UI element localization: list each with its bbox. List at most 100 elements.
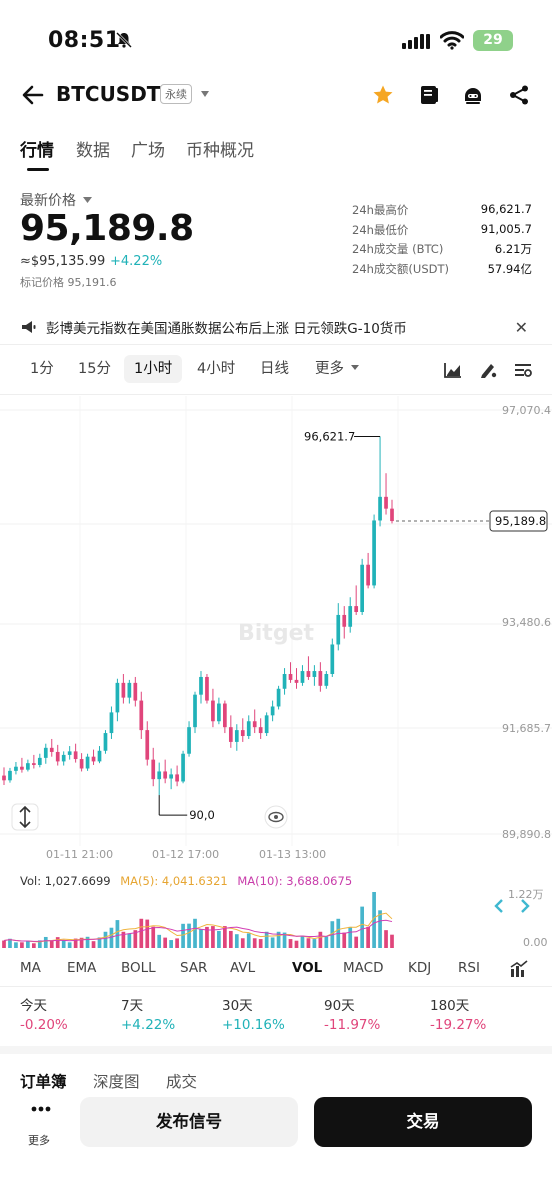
- star-favorite-icon[interactable]: [372, 84, 394, 106]
- timeframe-4h[interactable]: 4小时: [197, 358, 235, 386]
- perf-label: 90天: [324, 998, 355, 1014]
- tab-orderbook[interactable]: 订单簿: [20, 1070, 67, 1092]
- candle-body: [193, 694, 197, 728]
- volume-bar: [157, 934, 162, 948]
- volume-bar: [246, 933, 251, 948]
- news-text[interactable]: 彭博美元指数在美国通胀数据公布后上涨 日元领跌G-10货币: [46, 317, 407, 337]
- tab-depth[interactable]: 深度图: [93, 1070, 140, 1092]
- candle-body: [109, 712, 114, 734]
- volume-y-top: 1.22万: [508, 888, 544, 901]
- trade-button[interactable]: 交易: [314, 1097, 532, 1147]
- perf-value: -11.97%: [324, 1017, 381, 1033]
- timeframe-1d[interactable]: 日线: [260, 358, 289, 386]
- indicator-kdj[interactable]: KDJ: [408, 960, 431, 976]
- drawing-tool-icon[interactable]: [478, 360, 498, 380]
- divider: [0, 986, 552, 987]
- candle-body: [324, 674, 329, 686]
- perf-value: +10.16%: [222, 1017, 285, 1033]
- candle-body: [378, 496, 382, 521]
- candle-body: [14, 766, 18, 771]
- tab-trades[interactable]: 成交: [166, 1070, 197, 1092]
- indicator-settings-icon[interactable]: [510, 960, 528, 978]
- indicator-ma[interactable]: MA: [20, 960, 41, 976]
- volume-bar: [223, 926, 227, 948]
- symbol-title[interactable]: BTCUSDT: [56, 82, 160, 106]
- candle-body: [145, 730, 150, 760]
- volume-bar: [288, 939, 293, 948]
- volume-bar: [151, 926, 156, 948]
- performance-row: 今天 -0.20% 7天 +4.22% 30天 +10.16% 90天 -11.…: [0, 994, 552, 1038]
- stat-value: 57.94亿: [487, 261, 532, 276]
- timeframe-15m[interactable]: 15分: [78, 358, 111, 386]
- volume-bar: [318, 931, 323, 948]
- indicator-ema[interactable]: EMA: [67, 960, 96, 976]
- candle-body: [336, 614, 341, 645]
- indicator-rsi[interactable]: RSI: [458, 960, 480, 976]
- bottom-action-bar: 更多 发布信号 交易: [0, 1096, 552, 1156]
- x-tick-label: 01-13 13:00: [259, 848, 326, 861]
- x-tick-label: 01-11 21:00: [46, 848, 113, 861]
- volume-bar: [294, 940, 299, 948]
- news-ticker[interactable]: 彭博美元指数在美国通胀数据公布后上涨 日元领跌G-10货币 ✕: [20, 316, 532, 338]
- indicator-macd[interactable]: MACD: [343, 960, 383, 976]
- post-signal-button[interactable]: 发布信号: [80, 1097, 298, 1147]
- last-price: 95,189.8: [20, 208, 194, 249]
- volume-bar: [306, 938, 311, 948]
- volume-bar: [175, 938, 179, 948]
- back-arrow-icon[interactable]: [20, 82, 46, 108]
- stat-label: 24h成交量 (BTC): [352, 242, 444, 256]
- stat-value: 6.21万: [494, 242, 532, 256]
- more-dots-icon[interactable]: [31, 1106, 51, 1112]
- tab-coin-overview[interactable]: 币种概况: [186, 136, 254, 161]
- chart-type-icon[interactable]: [443, 360, 463, 380]
- timeframe-1h[interactable]: 1小时: [124, 355, 183, 383]
- candle-body: [163, 771, 168, 779]
- volume-bar: [55, 937, 60, 948]
- candle-body: [49, 747, 54, 752]
- section-gap: [0, 1046, 552, 1054]
- book-icon[interactable]: [418, 84, 440, 106]
- current-price-tag: 95,189.8: [495, 514, 546, 528]
- y-tick-label: 91,685.7: [502, 722, 551, 735]
- candle-body: [139, 700, 144, 731]
- volume-bar: [324, 936, 329, 948]
- volume-bar: [300, 935, 305, 948]
- chart-settings-icon[interactable]: [513, 360, 533, 380]
- candlestick-chart[interactable]: Bitget 97,070.4 93,480.6 91,685.7 89,890.8 01…: [0, 396, 552, 866]
- indicator-boll[interactable]: BOLL: [121, 960, 156, 976]
- candle-body: [26, 763, 30, 770]
- stat-label: 24h最高价: [352, 203, 409, 217]
- candle-body: [252, 721, 257, 728]
- timeframe-1m[interactable]: 1分: [30, 358, 54, 386]
- candle-body: [348, 606, 353, 627]
- volume-bar: [26, 941, 30, 948]
- candle-body: [240, 730, 245, 737]
- candle-body: [121, 682, 126, 698]
- perf-value: -0.20%: [20, 1017, 68, 1033]
- candle-body: [264, 715, 269, 734]
- cellular-signal-icon: [402, 34, 430, 49]
- candle-body: [330, 644, 335, 675]
- tab-market[interactable]: 行情: [20, 136, 54, 161]
- volume-bar: [354, 936, 359, 948]
- volume-bar: [234, 934, 239, 948]
- candle-body: [133, 682, 138, 701]
- indicator-vol[interactable]: VOL: [292, 960, 322, 976]
- share-icon[interactable]: [508, 84, 530, 106]
- bot-icon[interactable]: [462, 84, 484, 106]
- caret-down-icon[interactable]: [200, 90, 210, 98]
- indicator-avl[interactable]: AVL: [230, 960, 255, 976]
- volume-bar: [264, 931, 269, 948]
- tab-data[interactable]: 数据: [76, 136, 110, 161]
- tab-square[interactable]: 广场: [131, 136, 165, 161]
- close-icon[interactable]: ✕: [515, 318, 528, 337]
- latest-price-label[interactable]: 最新价格: [20, 190, 93, 210]
- price-chart[interactable]: Bitget 97,070.4 93,480.6 91,685.7 89,890.8 01…: [0, 396, 552, 866]
- low-marker-label: 90,0: [189, 808, 215, 822]
- perpetual-badge: 永续: [160, 84, 192, 104]
- timeframe-more[interactable]: 更多: [315, 358, 359, 386]
- indicator-sar[interactable]: SAR: [180, 960, 207, 976]
- candle-body: [234, 730, 239, 742]
- volume-bar: [20, 942, 24, 948]
- more-label[interactable]: 更多: [28, 1132, 50, 1148]
